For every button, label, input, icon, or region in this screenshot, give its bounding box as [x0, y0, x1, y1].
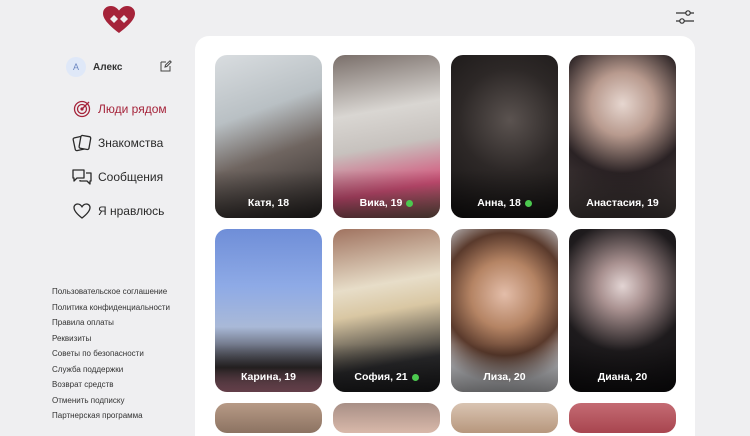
footer-link-support[interactable]: Служба поддержки — [52, 362, 170, 378]
card-caption: Диана, 20 — [569, 371, 676, 383]
nav-label: Знакомства — [98, 136, 164, 150]
card-shade — [333, 170, 440, 218]
filters-icon[interactable] — [676, 10, 694, 24]
card-shade — [569, 344, 676, 392]
footer-links: Пользовательское соглашение Политика кон… — [52, 284, 170, 424]
card-caption: Анастасия, 19 — [569, 197, 676, 209]
nav-item-people-nearby[interactable]: Люди рядом — [72, 92, 167, 126]
target-icon — [72, 99, 92, 119]
profile-card[interactable]: Анастасия, 19 — [569, 55, 676, 218]
sidebar-nav: Люди рядом Знакомства Сообщения Я нравлю… — [72, 92, 167, 228]
card-caption: Вика, 19 — [333, 197, 440, 209]
card-shade — [451, 170, 558, 218]
profile-card[interactable]: Диана, 20 — [569, 229, 676, 392]
footer-link-cancel-subscription[interactable]: Отменить подписку — [52, 393, 170, 409]
profile-summary[interactable]: А Алекс — [66, 56, 176, 78]
card-caption: Лиза, 20 — [451, 371, 558, 383]
profile-card[interactable]: Лиза, 20 — [451, 229, 558, 392]
card-shade — [451, 344, 558, 392]
chat-icon — [72, 167, 92, 187]
profiles-panel: Катя, 18 Вика, 19 Анна, 18 Анастасия, 19 — [195, 36, 695, 436]
profile-caption: Лиза, 20 — [483, 371, 526, 383]
avatar[interactable]: А — [66, 57, 86, 77]
profile-caption: София, 21 — [354, 371, 408, 383]
card-caption: Карина, 19 — [215, 371, 322, 383]
footer-link-safety-tips[interactable]: Советы по безопасности — [52, 346, 170, 362]
footer-link-requisites[interactable]: Реквизиты — [52, 331, 170, 347]
profile-card[interactable] — [333, 403, 440, 433]
profile-caption: Катя, 18 — [247, 197, 290, 209]
profiles-grid: Катя, 18 Вика, 19 Анна, 18 Анастасия, 19 — [215, 55, 676, 433]
nav-item-likes[interactable]: Я нравлюсь — [72, 194, 167, 228]
nav-item-dating[interactable]: Знакомства — [72, 126, 167, 160]
footer-link-terms[interactable]: Пользовательское соглашение — [52, 284, 170, 300]
online-indicator — [524, 199, 532, 207]
card-shade — [215, 170, 322, 218]
profile-caption: Анастасия, 19 — [586, 197, 659, 209]
profile-caption: Карина, 19 — [241, 371, 296, 383]
profile-card[interactable] — [451, 403, 558, 433]
profile-card[interactable]: Анна, 18 — [451, 55, 558, 218]
card-shade — [333, 344, 440, 392]
profile-card[interactable] — [215, 403, 322, 433]
profile-caption: Диана, 20 — [597, 371, 648, 383]
card-caption: Катя, 18 — [215, 197, 322, 209]
edit-icon[interactable] — [160, 60, 172, 72]
cards-icon — [72, 133, 92, 153]
nav-label: Люди рядом — [98, 102, 167, 116]
nav-label: Я нравлюсь — [98, 204, 165, 218]
profile-card[interactable]: Катя, 18 — [215, 55, 322, 218]
online-indicator — [406, 199, 414, 207]
card-caption: София, 21 — [333, 371, 440, 383]
online-indicator — [411, 373, 419, 381]
logo-heart-icon[interactable] — [103, 6, 135, 34]
card-caption: Анна, 18 — [451, 197, 558, 209]
profile-card[interactable]: Вика, 19 — [333, 55, 440, 218]
footer-link-payment-rules[interactable]: Правила оплаты — [52, 315, 170, 331]
profile-caption: Вика, 19 — [359, 197, 403, 209]
nav-label: Сообщения — [98, 170, 164, 184]
card-shade — [569, 170, 676, 218]
footer-link-partner-program[interactable]: Партнерская программа — [52, 408, 170, 424]
footer-link-refund[interactable]: Возврат средств — [52, 377, 170, 393]
card-shade — [215, 344, 322, 392]
heart-icon — [72, 201, 92, 221]
profile-card[interactable] — [569, 403, 676, 433]
profile-caption: Анна, 18 — [477, 197, 521, 209]
profile-card[interactable]: София, 21 — [333, 229, 440, 392]
nav-item-messages[interactable]: Сообщения — [72, 160, 167, 194]
profile-name[interactable]: Алекс — [93, 62, 122, 73]
profile-card[interactable]: Карина, 19 — [215, 229, 322, 392]
footer-link-privacy[interactable]: Политика конфиденциальности — [52, 300, 170, 316]
